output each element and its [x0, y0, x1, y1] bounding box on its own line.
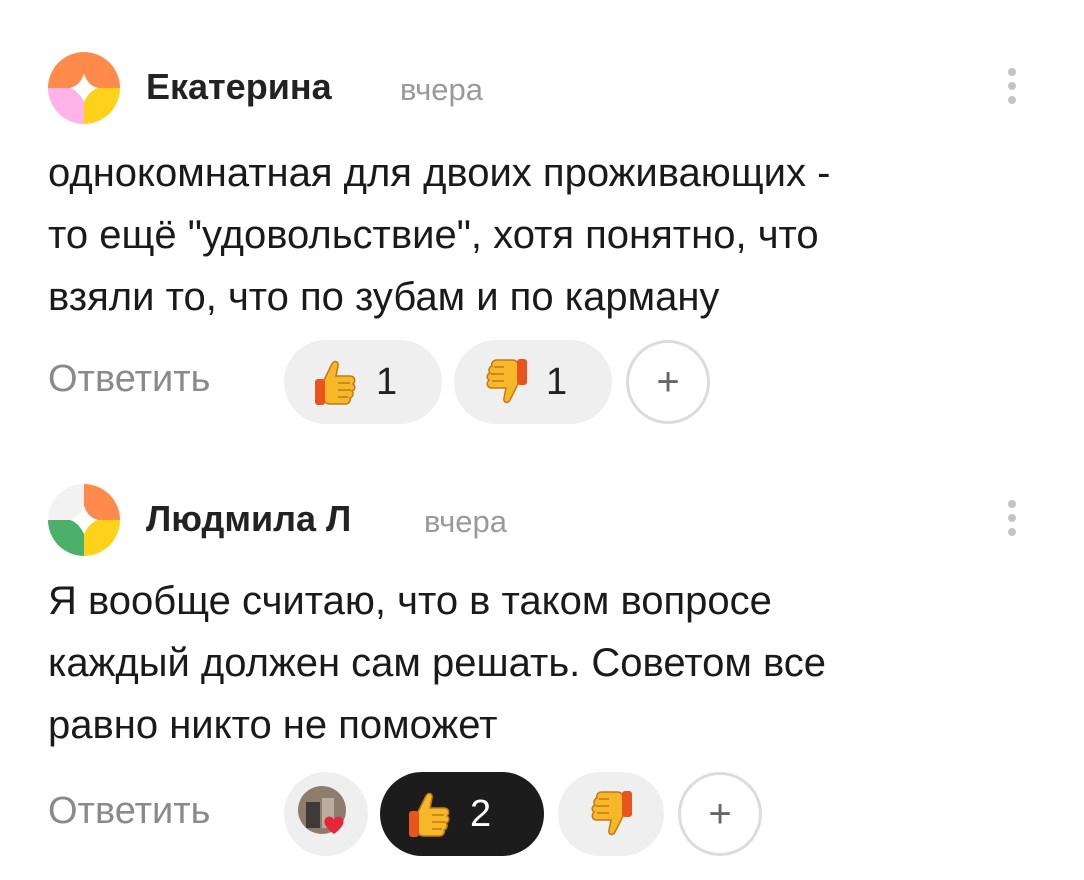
author-name[interactable]: Екатерина	[146, 66, 332, 108]
add-reaction-button[interactable]: +	[626, 340, 710, 424]
comment-actions: Ответить 2 +	[48, 772, 1048, 856]
like-count: 1	[376, 360, 398, 403]
more-vertical-icon[interactable]	[1004, 500, 1020, 544]
avatar[interactable]	[48, 484, 120, 556]
reaction-avatar[interactable]	[284, 772, 368, 856]
dislike-button[interactable]	[558, 772, 664, 856]
dislike-count: 1	[546, 360, 568, 403]
thumbs-down-icon	[585, 788, 637, 840]
reply-button[interactable]: Ответить	[48, 358, 210, 401]
like-button[interactable]: 1	[284, 340, 442, 424]
author-name[interactable]: Людмила Л	[146, 498, 351, 540]
plus-icon: +	[656, 360, 680, 404]
add-reaction-button[interactable]: +	[678, 772, 762, 856]
comment-line: Я вообще считаю, что в таком вопросе	[48, 579, 772, 623]
like-count: 2	[470, 792, 492, 835]
comment-time: вчера	[424, 504, 507, 539]
comment-line: однокомнатная для двоих проживающих -	[48, 151, 831, 195]
more-vertical-icon[interactable]	[1004, 68, 1020, 112]
avatar[interactable]	[48, 52, 120, 124]
comment-line: то ещё "удовольствие", хотя понятно, что	[48, 213, 819, 257]
comment-text: Я вообще считаю, что в таком вопросе каж…	[48, 570, 1038, 756]
comment-header: Людмила Л вчера	[48, 484, 1048, 560]
like-button-active[interactable]: 2	[380, 772, 544, 856]
comment-time: вчера	[400, 72, 483, 107]
thumbs-down-icon	[480, 356, 532, 408]
comment-header: Екатерина вчера	[48, 52, 1048, 128]
thumbs-up-icon	[404, 788, 456, 840]
dislike-button[interactable]: 1	[454, 340, 612, 424]
comment-line: равно никто не поможет	[48, 703, 498, 747]
plus-icon: +	[708, 792, 732, 836]
thumbs-up-icon	[310, 356, 362, 408]
reply-button[interactable]: Ответить	[48, 790, 210, 833]
comment-line: каждый должен сам решать. Советом все	[48, 641, 827, 685]
comment-actions: Ответить 1 1 +	[48, 340, 1048, 424]
comment-text: однокомнатная для двоих проживающих - то…	[48, 142, 1038, 328]
comment-line: взяли то, что по зубам и по карману	[48, 275, 720, 319]
